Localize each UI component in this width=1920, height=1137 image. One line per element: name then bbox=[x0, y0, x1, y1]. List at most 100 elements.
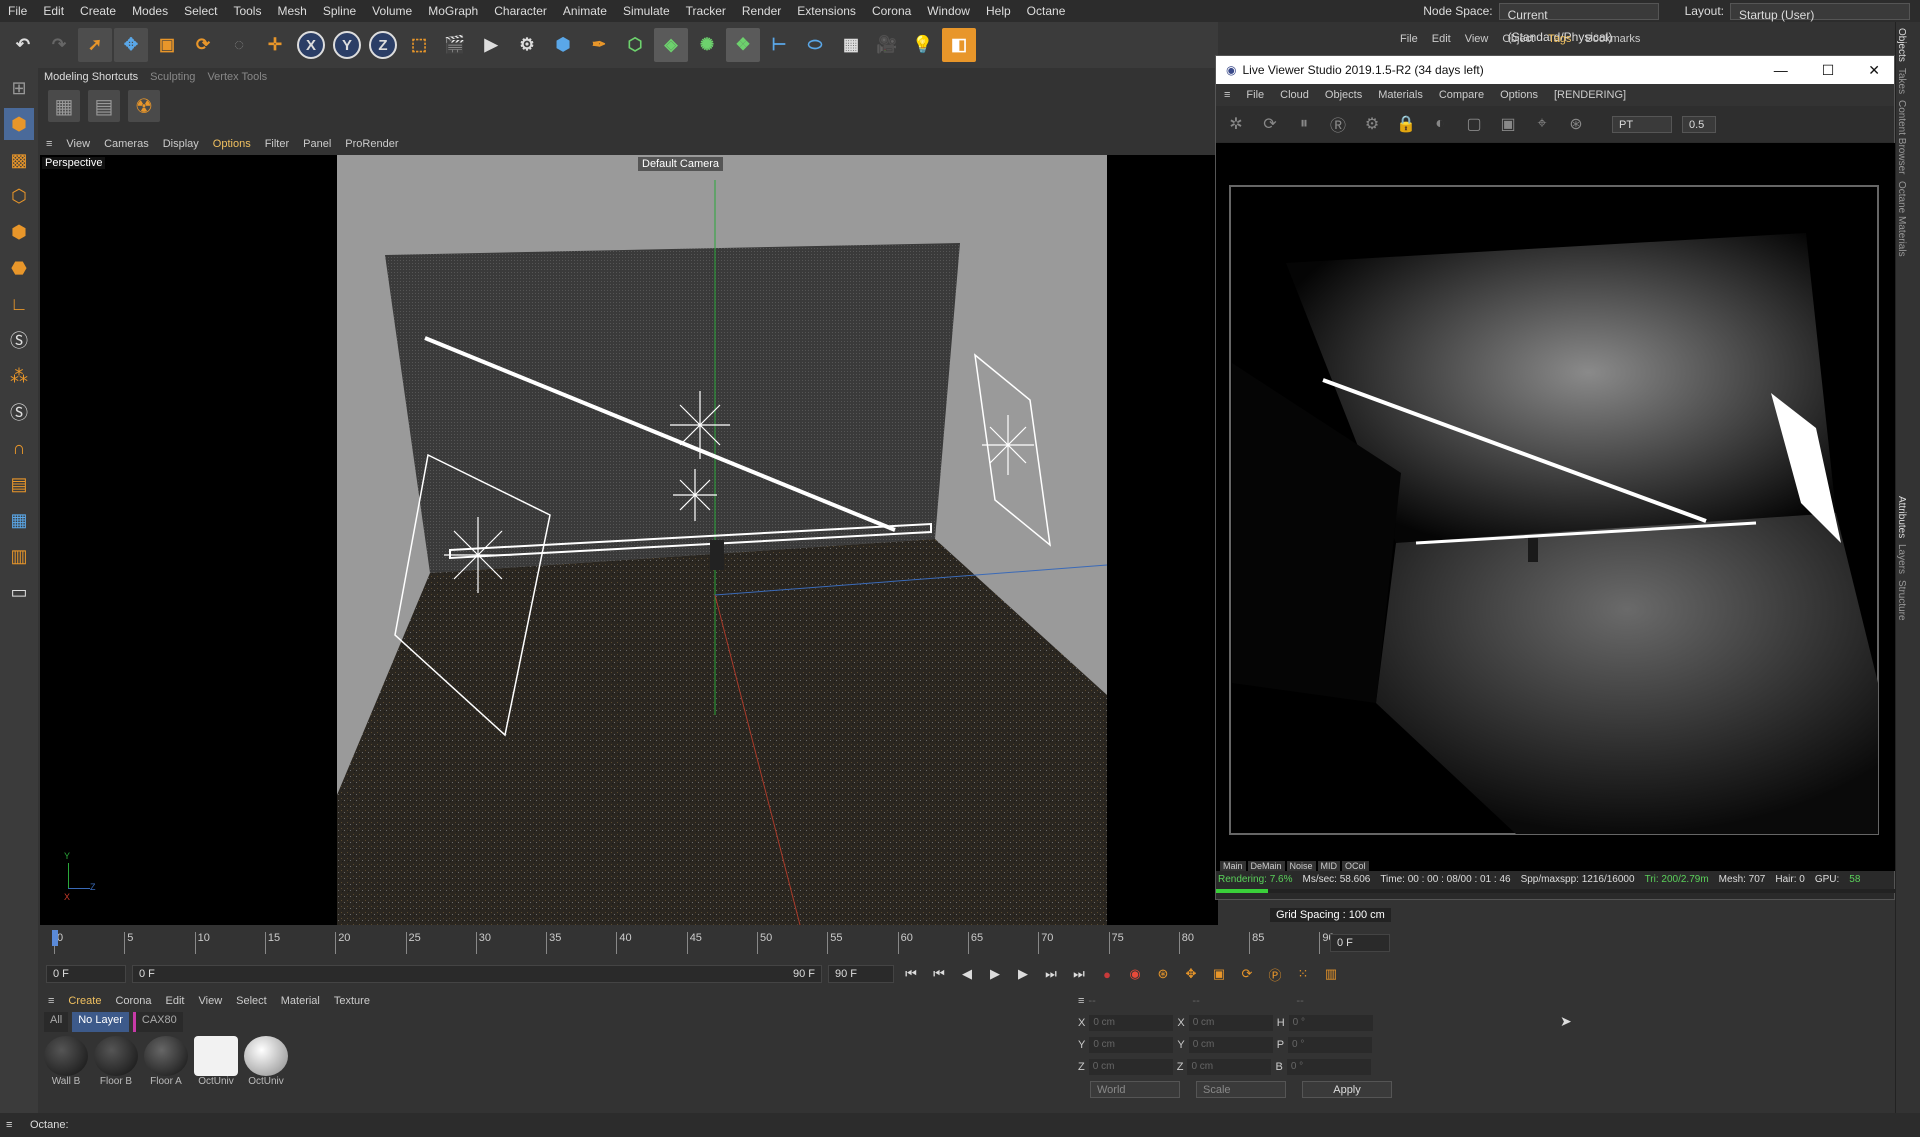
pass-tab-ocol[interactable]: OCol bbox=[1342, 861, 1369, 871]
coord-field[interactable]: 0 ° bbox=[1286, 1059, 1371, 1075]
keyframe-selection-icon[interactable]: ⊛ bbox=[1152, 963, 1174, 985]
coord-field[interactable]: 0 cm bbox=[1188, 1015, 1273, 1031]
radiation-icon[interactable]: ☢ bbox=[128, 90, 160, 122]
coord-field[interactable]: 0 cm bbox=[1088, 1059, 1173, 1075]
mat-tab-no-layer[interactable]: No Layer bbox=[72, 1012, 129, 1032]
shortcut-1-icon[interactable]: ▦ bbox=[48, 90, 80, 122]
obj-menu-file[interactable]: File bbox=[1400, 33, 1418, 45]
pass-tab-noise[interactable]: Noise bbox=[1286, 861, 1316, 871]
cloner-icon[interactable]: ✺ bbox=[690, 28, 724, 62]
mat-hamburger-icon[interactable]: ≡ bbox=[48, 995, 54, 1007]
menu-character[interactable]: Character bbox=[486, 0, 555, 22]
add-icon[interactable]: ✛ bbox=[258, 28, 292, 62]
pause-icon[interactable]: ⏸ bbox=[1292, 112, 1316, 136]
move-tool-icon[interactable]: ✥ bbox=[114, 28, 148, 62]
tab-vertex-tools[interactable]: Vertex Tools bbox=[207, 68, 267, 86]
viewport-menu-prorender[interactable]: ProRender bbox=[345, 138, 398, 150]
tab-structure[interactable]: Structure bbox=[1896, 580, 1907, 621]
light-icon[interactable]: 💡 bbox=[906, 28, 940, 62]
lvs-menu-compare[interactable]: Compare bbox=[1439, 89, 1484, 101]
material-item[interactable]: Floor A bbox=[144, 1036, 188, 1087]
next-frame-icon[interactable]: ▶ bbox=[1012, 963, 1034, 985]
recent-tool-icon[interactable]: ◌ bbox=[222, 28, 256, 62]
perspective-viewport[interactable]: Perspective Default Camera Y Z X bbox=[40, 155, 1218, 925]
subsampling-icon[interactable]: ▣ bbox=[1496, 112, 1520, 136]
snap-settings-icon[interactable]: ⁂ bbox=[4, 360, 34, 392]
scale-dropdown[interactable]: Scale bbox=[1196, 1080, 1286, 1098]
layout-dropdown[interactable]: Startup (User) bbox=[1730, 2, 1910, 22]
coord-field[interactable]: 0 cm bbox=[1089, 1015, 1174, 1031]
tab-layers[interactable]: Layers bbox=[1896, 544, 1907, 574]
value-stepper[interactable]: 0.5 bbox=[1682, 115, 1716, 133]
pick-focus-icon[interactable]: ⌖ bbox=[1530, 112, 1554, 136]
lvs-menu-file[interactable]: File bbox=[1246, 89, 1264, 101]
scale-tool-icon[interactable]: ▣ bbox=[150, 28, 184, 62]
material-item[interactable]: Floor B bbox=[94, 1036, 138, 1087]
menu-extensions[interactable]: Extensions bbox=[789, 0, 864, 22]
tab-octane-materials[interactable]: Octane Materials bbox=[1896, 181, 1907, 257]
material-item[interactable]: Wall B bbox=[44, 1036, 88, 1087]
lock-workplane-icon[interactable]: ▦ bbox=[4, 504, 34, 536]
x-axis-lock-icon[interactable]: X bbox=[297, 31, 325, 59]
undo-icon[interactable]: ↶ bbox=[6, 28, 40, 62]
mat-menu-edit[interactable]: Edit bbox=[166, 995, 185, 1007]
render-picture-viewer-icon[interactable]: ▶ bbox=[474, 28, 508, 62]
redo-icon[interactable]: ↷ bbox=[42, 28, 76, 62]
timeline[interactable]: 0 5 10 15 20 25 30 35 40 45 50 55 60 65 70 75 80 85 90 0 F bbox=[40, 928, 1400, 958]
start-frame-field[interactable]: 0 F bbox=[46, 965, 126, 983]
autokey-icon[interactable]: ◉ bbox=[1124, 963, 1146, 985]
polygons-mode-icon[interactable]: ⬣ bbox=[4, 252, 34, 284]
deformer-icon[interactable]: ⊢ bbox=[762, 28, 796, 62]
pen-icon[interactable]: ✒ bbox=[582, 28, 616, 62]
lvs-menu-objects[interactable]: Objects bbox=[1325, 89, 1362, 101]
menu-mograph[interactable]: MoGraph bbox=[420, 0, 486, 22]
rotate-tool-icon[interactable]: ⟳ bbox=[186, 28, 220, 62]
clay-icon[interactable]: ▢ bbox=[1462, 112, 1486, 136]
edges-mode-icon[interactable]: ⬢ bbox=[4, 216, 34, 248]
mat-menu-view[interactable]: View bbox=[199, 995, 223, 1007]
mat-menu-select[interactable]: Select bbox=[236, 995, 267, 1007]
coordinate-system-icon[interactable]: ⬚ bbox=[402, 28, 436, 62]
apply-button[interactable]: Apply bbox=[1302, 1080, 1392, 1098]
menu-select[interactable]: Select bbox=[176, 0, 225, 22]
timeline-end-field[interactable]: 0 F bbox=[1330, 934, 1390, 952]
play-icon[interactable]: ▶ bbox=[984, 963, 1006, 985]
menu-render[interactable]: Render bbox=[734, 0, 789, 22]
points-mode-icon[interactable]: ⬡ bbox=[4, 180, 34, 212]
snap-icon[interactable]: Ⓢ bbox=[4, 324, 34, 356]
obj-menu-edit[interactable]: Edit bbox=[1432, 33, 1451, 45]
menu-octane[interactable]: Octane bbox=[1019, 0, 1074, 22]
lvs-menu-options[interactable]: Options bbox=[1500, 89, 1538, 101]
kernel-dropdown[interactable]: PT bbox=[1612, 115, 1672, 133]
menu-tracker[interactable]: Tracker bbox=[678, 0, 734, 22]
tab-sculpting[interactable]: Sculpting bbox=[150, 68, 195, 86]
floor-icon[interactable]: ▦ bbox=[834, 28, 868, 62]
minimize-icon[interactable]: — bbox=[1774, 62, 1788, 79]
viewport-menu-options[interactable]: Options bbox=[213, 138, 251, 150]
viewport-menu-view[interactable]: View bbox=[66, 138, 90, 150]
menu-volume[interactable]: Volume bbox=[364, 0, 420, 22]
mat-menu-material[interactable]: Material bbox=[281, 995, 320, 1007]
hamburger-icon[interactable]: ≡ bbox=[46, 138, 52, 150]
field-icon[interactable]: ⬭ bbox=[798, 28, 832, 62]
menu-mesh[interactable]: Mesh bbox=[269, 0, 314, 22]
layout-toggle-icon[interactable]: ◧ bbox=[942, 28, 976, 62]
mat-tab-all[interactable]: All bbox=[44, 1012, 69, 1032]
timeline-window-icon[interactable]: ▥ bbox=[1320, 963, 1342, 985]
y-axis-lock-icon[interactable]: Y bbox=[333, 31, 361, 59]
obj-menu-view[interactable]: View bbox=[1465, 33, 1489, 45]
lvs-settings-icon[interactable]: ⚙ bbox=[1360, 112, 1384, 136]
menu-file[interactable]: File bbox=[0, 0, 35, 22]
z-axis-lock-icon[interactable]: Z bbox=[369, 31, 397, 59]
texture-mode-icon[interactable]: ▩ bbox=[4, 144, 34, 176]
pass-tab-demain[interactable]: DeMain bbox=[1247, 861, 1285, 871]
timeline-icon[interactable]: ▭ bbox=[4, 576, 34, 608]
menu-modes[interactable]: Modes bbox=[124, 0, 176, 22]
menu-corona[interactable]: Corona bbox=[864, 0, 919, 22]
camera-icon[interactable]: 🎥 bbox=[870, 28, 904, 62]
close-icon[interactable]: ✕ bbox=[1868, 62, 1880, 79]
obj-menu-tags[interactable]: Tags bbox=[1548, 33, 1571, 45]
mat-menu-texture[interactable]: Texture bbox=[334, 995, 370, 1007]
magnet-icon[interactable]: ∩ bbox=[4, 432, 34, 464]
lock-icon[interactable]: 🔒 bbox=[1394, 112, 1418, 136]
